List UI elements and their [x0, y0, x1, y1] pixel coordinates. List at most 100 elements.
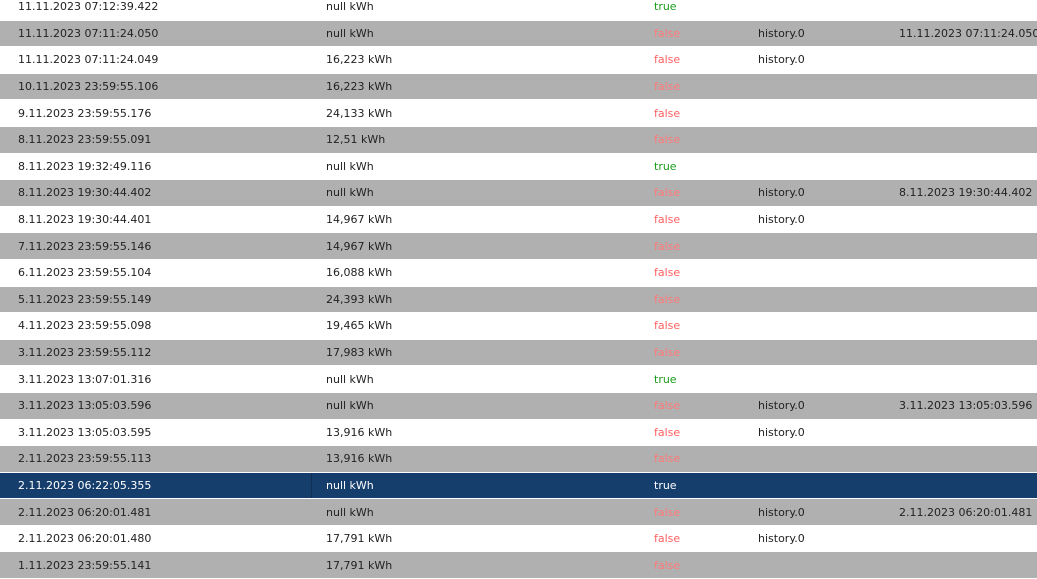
ack-cell: false: [654, 425, 681, 439]
from-cell: history.0: [758, 53, 805, 67]
from-cell: [758, 552, 878, 578]
timestamp-cell: 3.11.2023 13:05:03.595: [18, 425, 152, 439]
from-cell: [758, 446, 878, 472]
last-change-cell: [899, 100, 1034, 126]
table-row[interactable]: 7.11.2023 23:59:55.146 14,967 kWh false: [0, 233, 1037, 260]
timestamp-cell: 11.11.2023 07:11:24.050: [18, 26, 159, 40]
last-change-cell: [899, 74, 1034, 100]
from-cell: history.0: [758, 505, 805, 519]
last-change-cell: [899, 260, 1034, 286]
timestamp-cell: 10.11.2023 23:59:55.106: [18, 80, 159, 94]
table-row[interactable]: 3.11.2023 13:05:03.595 13,916 kWh false his…: [0, 419, 1037, 447]
timestamp-cell: 3.11.2023 13:07:01.316: [18, 372, 152, 386]
ack-cell: false: [654, 505, 681, 519]
table-row[interactable]: 8.11.2023 19:30:44.402 null kWh false histo…: [0, 180, 1037, 207]
last-change-cell: [899, 340, 1034, 366]
table-row[interactable]: 8.11.2023 19:30:44.401 14,967 kWh false his…: [0, 206, 1037, 234]
table-row[interactable]: 2.11.2023 23:59:55.113 13,916 kWh false: [0, 446, 1037, 473]
value-cell: 24,393 kWh: [326, 292, 393, 306]
from-cell: [758, 473, 878, 499]
last-change-cell: [899, 420, 1034, 446]
table-row[interactable]: 4.11.2023 23:59:55.098 19,465 kWh false: [0, 313, 1037, 340]
table-row[interactable]: 3.11.2023 13:07:01.316 null kWh true: [0, 366, 1037, 393]
ack-cell: false: [654, 80, 681, 94]
last-change-cell: 3.11.2023 13:05:03.596: [899, 399, 1033, 413]
from-cell: history.0: [758, 213, 805, 227]
timestamp-cell: 7.11.2023 23:59:55.146: [18, 239, 152, 253]
timestamp-cell: 11.11.2023 07:12:39.422: [18, 0, 159, 14]
last-change-cell: [899, 552, 1034, 578]
from-cell: [758, 340, 878, 366]
value-cell: 17,791 kWh: [326, 558, 393, 572]
from-cell: [758, 287, 878, 313]
value-cell: 19,465 kWh: [326, 319, 393, 333]
timestamp-cell: 2.11.2023 06:22:05.355: [0, 472, 312, 499]
ack-cell: false: [654, 106, 681, 120]
last-change-cell: [899, 446, 1034, 472]
value-cell: 16,088 kWh: [326, 266, 393, 280]
value-cell: null kWh: [326, 0, 374, 14]
value-cell: 17,791 kWh: [326, 532, 393, 546]
ack-cell: true: [654, 159, 677, 173]
ack-cell: false: [654, 239, 681, 253]
value-cell: null kWh: [326, 478, 374, 492]
value-cell: 16,223 kWh: [326, 80, 393, 94]
table-row[interactable]: 6.11.2023 23:59:55.104 16,088 kWh false: [0, 259, 1037, 287]
from-cell: [758, 233, 878, 259]
from-cell: [758, 127, 878, 153]
table-row[interactable]: 10.11.2023 23:59:55.106 16,223 kWh false: [0, 73, 1037, 101]
from-cell: history.0: [758, 425, 805, 439]
from-cell: history.0: [758, 26, 805, 40]
table-row[interactable]: 9.11.2023 23:59:55.176 24,133 kWh false: [0, 100, 1037, 127]
ack-cell: false: [654, 213, 681, 227]
from-cell: history.0: [758, 532, 805, 546]
table-row[interactable]: 1.11.2023 23:59:55.141 17,791 kWh false: [0, 552, 1037, 579]
table-row[interactable]: 2.11.2023 06:20:01.480 17,791 kWh false his…: [0, 525, 1037, 553]
last-change-cell: 2.11.2023 06:20:01.481: [899, 505, 1033, 519]
table-row[interactable]: 3.11.2023 13:05:03.596 null kWh false histo…: [0, 392, 1037, 420]
value-cell: null kWh: [326, 505, 374, 519]
timestamp-cell: 8.11.2023 19:30:44.401: [18, 213, 152, 227]
ack-cell: false: [654, 399, 681, 413]
value-cell: 24,133 kWh: [326, 106, 393, 120]
last-change-cell: 11.11.2023 07:11:24.050: [899, 26, 1037, 40]
ack-cell: false: [654, 319, 681, 333]
timestamp-cell: 1.11.2023 23:59:55.141: [18, 558, 152, 572]
ack-cell: false: [654, 532, 681, 546]
table-row[interactable]: 11.11.2023 07:11:24.050 null kWh false hist…: [0, 20, 1037, 48]
timestamp-cell: 2.11.2023 06:20:01.481: [18, 505, 152, 519]
table-row[interactable]: 8.11.2023 23:59:55.091 12,51 kWh false: [0, 126, 1037, 154]
value-cell: null kWh: [326, 186, 374, 200]
from-cell: history.0: [758, 399, 805, 413]
from-cell: [758, 100, 878, 126]
timestamp-cell: 5.11.2023 23:59:55.149: [18, 292, 152, 306]
timestamp-cell: 3.11.2023 23:59:55.112: [18, 346, 152, 360]
table-row[interactable]: 2.11.2023 06:22:05.355 null kWh true: [0, 472, 1037, 500]
ack-cell: false: [654, 346, 681, 360]
last-change-cell: [899, 313, 1034, 339]
table-row[interactable]: 2.11.2023 06:20:01.481 null kWh false histo…: [0, 499, 1037, 526]
value-cell: 13,916 kWh: [326, 425, 393, 439]
ack-cell: false: [654, 266, 681, 280]
table-row[interactable]: 11.11.2023 07:12:39.422 null kWh true: [0, 0, 1037, 21]
table-row[interactable]: 5.11.2023 23:59:55.149 24,393 kWh false: [0, 286, 1037, 314]
history-table: 11.11.2023 07:12:39.422 null kWh true 11.11…: [0, 0, 1037, 579]
timestamp-cell: 8.11.2023 19:32:49.116: [18, 159, 152, 173]
timestamp-cell: 11.11.2023 07:11:24.049: [18, 53, 159, 67]
last-change-cell: [899, 526, 1034, 552]
table-row[interactable]: 11.11.2023 07:11:24.049 16,223 kWh false hi…: [0, 47, 1037, 74]
from-cell: [758, 154, 878, 180]
last-change-cell: 8.11.2023 19:30:44.402: [899, 186, 1033, 200]
timestamp-cell: 8.11.2023 19:30:44.402: [18, 186, 152, 200]
ack-cell: true: [654, 478, 677, 492]
timestamp-cell: 8.11.2023 23:59:55.091: [18, 133, 152, 147]
from-cell: [758, 0, 878, 20]
value-cell: 14,967 kWh: [326, 239, 393, 253]
value-cell: 14,967 kWh: [326, 213, 393, 227]
value-cell: null kWh: [326, 399, 374, 413]
table-row[interactable]: 8.11.2023 19:32:49.116 null kWh true: [0, 153, 1037, 181]
value-cell: 17,983 kWh: [326, 346, 393, 360]
table-row[interactable]: 3.11.2023 23:59:55.112 17,983 kWh false: [0, 339, 1037, 367]
last-change-cell: [899, 154, 1034, 180]
last-change-cell: [899, 366, 1034, 392]
